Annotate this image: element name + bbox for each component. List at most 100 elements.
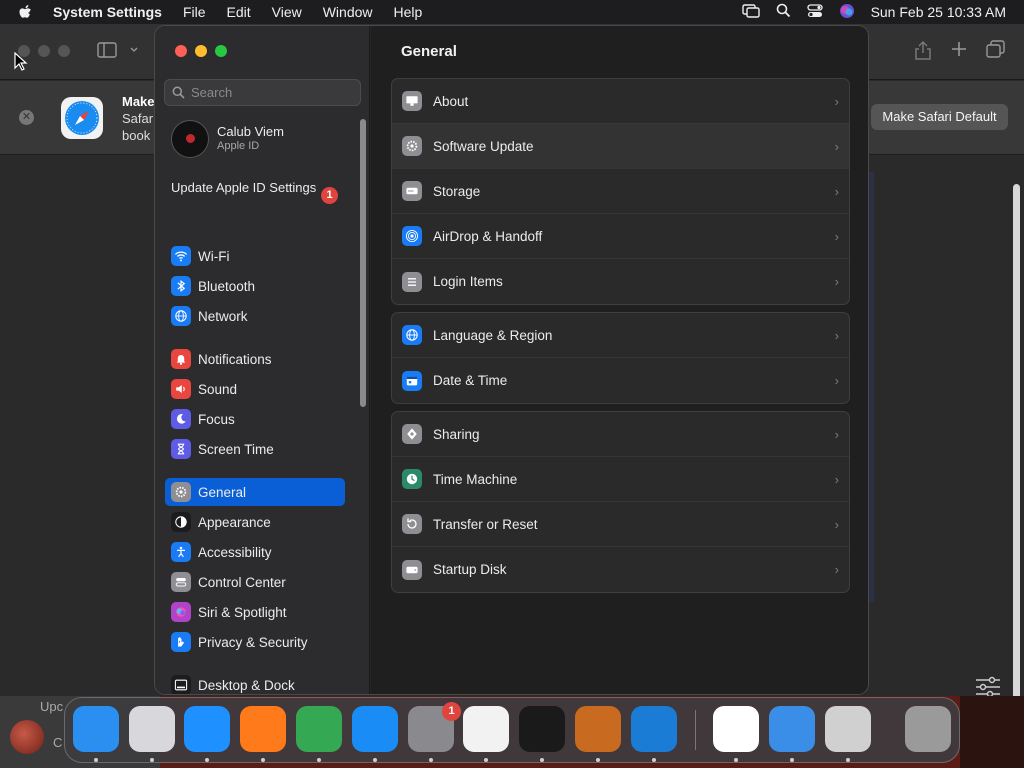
menu-window[interactable]: Window bbox=[323, 4, 373, 20]
window-minimize-button[interactable] bbox=[195, 45, 207, 57]
bootcamp-icon[interactable] bbox=[825, 706, 871, 752]
app-menu[interactable]: System Settings bbox=[53, 4, 162, 20]
spotlight-search-icon[interactable] bbox=[776, 3, 791, 21]
row-label: AirDrop & Handoff bbox=[433, 228, 543, 244]
banner-text: Make Safar book bbox=[122, 93, 155, 144]
chevron-right-icon: › bbox=[834, 229, 839, 244]
sidebar-item-desktop-dock[interactable]: Desktop & Dock bbox=[165, 671, 345, 694]
make-safari-default-button[interactable]: Make Safari Default bbox=[871, 104, 1008, 130]
update-apple-id-settings[interactable]: Update Apple ID Settings bbox=[171, 180, 321, 196]
settings-sidebar: Calub Viem Apple ID Update Apple ID Sett… bbox=[155, 26, 370, 694]
apple-menu-icon[interactable] bbox=[18, 4, 40, 20]
row-about[interactable]: About › bbox=[392, 79, 849, 124]
siri-icon[interactable] bbox=[839, 3, 855, 22]
account-name: Calub Viem bbox=[217, 124, 284, 139]
row-language-region[interactable]: Language & Region › bbox=[392, 313, 849, 358]
sidebar-item-sound[interactable]: Sound bbox=[165, 375, 345, 403]
row-time-machine[interactable]: Time Machine › bbox=[392, 457, 849, 502]
desktop-wallpaper bbox=[960, 696, 1024, 768]
row-label: Transfer or Reset bbox=[433, 516, 538, 532]
row-airdrop-handoff[interactable]: AirDrop & Handoff › bbox=[392, 214, 849, 259]
row-software-update[interactable]: Software Update › bbox=[392, 124, 849, 169]
tab-overview-icon[interactable] bbox=[986, 40, 1006, 65]
running-indicator bbox=[652, 758, 656, 762]
row-sharing[interactable]: Sharing › bbox=[392, 412, 849, 457]
row-date-time[interactable]: Date & Time › bbox=[392, 358, 849, 403]
general-pane: General About › Software Update › Storage › Ai… bbox=[371, 26, 868, 694]
bell-icon bbox=[171, 349, 191, 369]
sidebar-item-notifications[interactable]: Notifications bbox=[165, 345, 345, 373]
globe-icon bbox=[402, 325, 422, 345]
row-transfer-or-reset[interactable]: Transfer or Reset › bbox=[392, 502, 849, 547]
speaker-icon bbox=[171, 379, 191, 399]
control-center-icon[interactable] bbox=[806, 3, 823, 21]
sidebar-toggle-icon[interactable] bbox=[97, 41, 139, 64]
textedit-icon[interactable] bbox=[463, 706, 509, 752]
window-close-button[interactable] bbox=[175, 45, 187, 57]
menu-help[interactable]: Help bbox=[394, 4, 423, 20]
chrome-icon[interactable] bbox=[296, 706, 342, 752]
row-label: Date & Time bbox=[433, 373, 508, 388]
sidebar-item-control-center[interactable]: Control Center bbox=[165, 568, 345, 596]
trash-icon[interactable] bbox=[905, 706, 951, 752]
sidebar-item-label: Network bbox=[198, 308, 248, 324]
settings-group-locale: Language & Region › Date & Time › bbox=[391, 312, 850, 404]
bluetooth-icon bbox=[171, 276, 191, 296]
row-label: Software Update bbox=[433, 138, 534, 154]
sidebar-item-focus[interactable]: Focus bbox=[165, 405, 345, 433]
chevron-right-icon: › bbox=[834, 328, 839, 343]
sidebar-item-network[interactable]: Network bbox=[165, 302, 345, 330]
drive-icon bbox=[402, 181, 422, 201]
search-icon bbox=[172, 86, 185, 99]
settings-group-other: Sharing › Time Machine › Transfer or Reset › S… bbox=[391, 411, 850, 593]
sidebar-item-privacy-security[interactable]: Privacy & Security bbox=[165, 628, 345, 656]
safari-icon[interactable] bbox=[184, 706, 230, 752]
running-indicator bbox=[540, 758, 544, 762]
sidebar-item-label: Sound bbox=[198, 381, 238, 397]
sidebar-item-screen-time[interactable]: Screen Time bbox=[165, 435, 345, 463]
menu-bar: System Settings File Edit View Window He… bbox=[0, 0, 1024, 24]
screen-mirroring-icon[interactable] bbox=[741, 3, 760, 21]
new-tab-icon[interactable] bbox=[950, 40, 968, 65]
sidebar-item-bluetooth[interactable]: Bluetooth bbox=[165, 272, 345, 300]
finder-icon[interactable] bbox=[73, 706, 119, 752]
menu-edit[interactable]: Edit bbox=[227, 4, 251, 20]
peek-text: Upc bbox=[40, 699, 64, 714]
safari-minimize-button[interactable] bbox=[38, 45, 50, 57]
app-store-icon[interactable] bbox=[352, 706, 398, 752]
firefox-icon[interactable] bbox=[240, 706, 286, 752]
row-storage[interactable]: Storage › bbox=[392, 169, 849, 214]
banner-close-icon[interactable]: ✕ bbox=[19, 110, 34, 125]
safari-zoom-button[interactable] bbox=[58, 45, 70, 57]
sidebar-item-label: General bbox=[198, 484, 247, 500]
safari-scrollbar[interactable] bbox=[1013, 184, 1020, 714]
dock-notification-badge: 1 bbox=[442, 702, 461, 721]
window-zoom-button[interactable] bbox=[215, 45, 227, 57]
apple-id-account[interactable]: Calub Viem Apple ID bbox=[171, 120, 351, 160]
terminal-icon[interactable] bbox=[519, 706, 565, 752]
sidebar-scrollbar[interactable] bbox=[360, 119, 366, 407]
weather-icon[interactable] bbox=[769, 706, 815, 752]
vscode-icon[interactable] bbox=[631, 706, 677, 752]
search-input[interactable] bbox=[191, 85, 351, 100]
menu-clock[interactable]: Sun Feb 25 10:33 AM bbox=[871, 4, 1006, 20]
gear-icon bbox=[171, 482, 191, 502]
sidebar-item-wi-fi[interactable]: Wi-Fi bbox=[165, 242, 345, 270]
sidebar-item-label: Notifications bbox=[198, 351, 272, 367]
menu-file[interactable]: File bbox=[183, 4, 206, 20]
launchpad-icon[interactable] bbox=[129, 706, 175, 752]
sidebar-item-siri-spotlight[interactable]: Siri & Spotlight bbox=[165, 598, 345, 626]
row-startup-disk[interactable]: Startup Disk › bbox=[392, 547, 849, 592]
menu-view[interactable]: View bbox=[272, 4, 302, 20]
share-icon[interactable] bbox=[914, 40, 932, 65]
running-indicator bbox=[734, 758, 738, 762]
row-login-items[interactable]: Login Items › bbox=[392, 259, 849, 304]
accessibility-icon bbox=[171, 542, 191, 562]
running-indicator bbox=[429, 758, 433, 762]
garageband-icon[interactable] bbox=[575, 706, 621, 752]
settings-search[interactable] bbox=[164, 79, 361, 106]
sidebar-item-accessibility[interactable]: Accessibility bbox=[165, 538, 345, 566]
sidebar-item-appearance[interactable]: Appearance bbox=[165, 508, 345, 536]
visual-studio-icon[interactable] bbox=[713, 706, 759, 752]
sidebar-item-general[interactable]: General bbox=[165, 478, 345, 506]
